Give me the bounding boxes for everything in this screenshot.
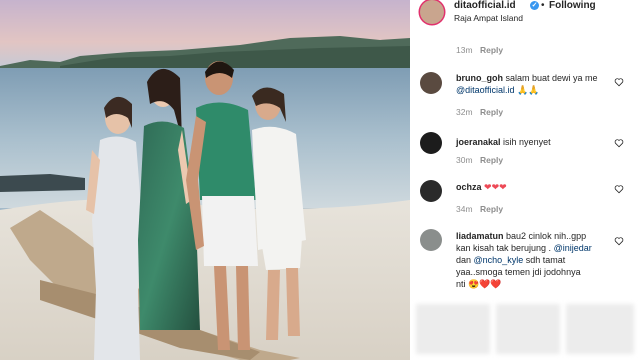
mention-link[interactable]: @ncho_kyle <box>474 255 524 265</box>
comment-reply-button[interactable]: Reply <box>480 107 503 117</box>
comment-time[interactable]: 32m <box>456 107 473 117</box>
rock <box>0 174 85 192</box>
post-photo[interactable] <box>0 0 410 360</box>
comment-username[interactable]: ochza <box>456 182 482 192</box>
following-button[interactable]: Following <box>549 0 596 11</box>
heart-outline-icon[interactable] <box>614 138 624 148</box>
heart-outline-icon[interactable] <box>614 236 624 246</box>
comment-reply-button[interactable]: Reply <box>480 155 503 165</box>
heart-emoji: ❤ <box>499 182 507 192</box>
emoji-group: 😍❤️❤️ <box>468 279 502 289</box>
comment-username[interactable]: liadamatun <box>456 231 504 241</box>
verified-icon: ✓ <box>530 1 539 10</box>
beach-scene <box>0 0 410 360</box>
caption-reply-button[interactable]: Reply <box>480 45 503 55</box>
comment-avatar[interactable] <box>420 180 442 202</box>
heart-emoji-group: ❤❤❤ <box>484 182 507 192</box>
blurred-actions-area <box>496 304 560 354</box>
comment-text: joeranakal isih nyenyet <box>456 137 551 147</box>
mention-link[interactable]: @ditaofficial.id <box>456 85 515 95</box>
heart-emoji: ❤ <box>484 182 492 192</box>
post-header: ditaofficial.id ✓ • Following Raja Ampat… <box>410 0 640 30</box>
heart-emoji: ❤ <box>491 182 500 192</box>
comment-text: liadamatun bau2 cinlok nih..gpp kan kisa… <box>456 231 592 289</box>
comment-avatar[interactable] <box>420 229 442 251</box>
pray-emoji: 🙏🙏 <box>517 85 540 95</box>
comment-avatar[interactable] <box>420 72 442 94</box>
comment-time[interactable]: 34m <box>456 204 473 214</box>
post-side-panel: ditaofficial.id ✓ • Following Raja Ampat… <box>410 0 640 360</box>
caption-time[interactable]: 13m <box>456 45 473 55</box>
heart-outline-icon[interactable] <box>614 184 624 194</box>
author-avatar[interactable] <box>420 0 444 24</box>
comment-time[interactable]: 30m <box>456 155 473 165</box>
comment-reply-button[interactable]: Reply <box>480 204 503 214</box>
comment-username[interactable]: bruno_goh <box>456 73 503 83</box>
blurred-actions-area <box>566 304 634 354</box>
comment-text: ochza ❤❤❤ <box>456 181 616 193</box>
blurred-actions-area <box>416 304 490 354</box>
heart-outline-icon[interactable] <box>614 77 624 87</box>
comment-username[interactable]: joeranakal <box>456 137 501 147</box>
location-link[interactable]: Raja Ampat Island <box>454 13 523 23</box>
comment-avatar[interactable] <box>420 132 442 154</box>
author-username[interactable]: ditaofficial.id <box>454 0 516 11</box>
comment-text: bruno_goh salam buat dewi ya me @ditaoff… <box>456 73 598 95</box>
separator-dot: • <box>541 0 545 11</box>
mention-link[interactable]: @inijedar <box>554 243 592 253</box>
